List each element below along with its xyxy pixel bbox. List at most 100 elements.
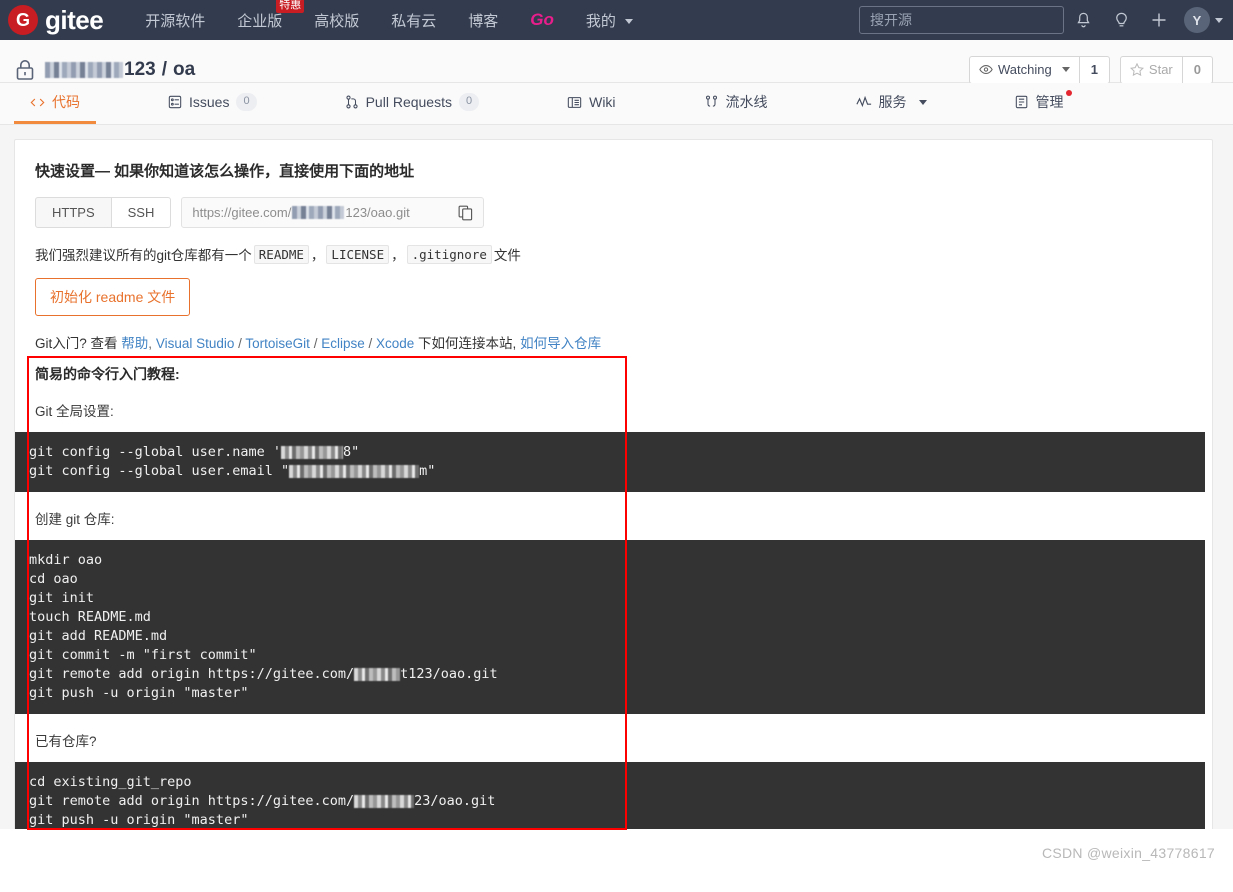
notification-dot: [1065, 90, 1072, 96]
git-help-links: Git入门? 查看 帮助, Visual Studio / TortoiseGi…: [35, 336, 602, 351]
star-button[interactable]: Star: [1119, 56, 1183, 84]
star-count[interactable]: 0: [1182, 56, 1213, 84]
help-link[interactable]: 帮助: [121, 336, 148, 351]
create-line-cd: cd oao: [29, 571, 78, 587]
protocol-https-button[interactable]: HTTPS: [35, 197, 112, 228]
tab-spacer: [495, 83, 551, 124]
nav-link-opensource[interactable]: 开源软件: [129, 10, 221, 31]
xcode-link[interactable]: Xcode: [376, 336, 414, 351]
create-line-init: git init: [29, 590, 95, 606]
eclipse-link[interactable]: Eclipse: [321, 336, 365, 351]
page-footer: CSDN @weixin_43778617: [0, 829, 1233, 871]
nav-link-university[interactable]: 高校版: [298, 10, 375, 31]
tutorial-section-global: Git 全局设置:: [35, 404, 114, 419]
user-avatar-menu[interactable]: Y: [1184, 7, 1223, 33]
tab-issues[interactable]: Issues 0: [152, 83, 273, 124]
connect-text: 下如何连接本站,: [418, 336, 517, 351]
nav-link-privatecloud[interactable]: 私有云: [375, 10, 452, 31]
tortoisegit-link[interactable]: TortoiseGit: [245, 336, 310, 351]
create-line-add: git add README.md: [29, 628, 168, 644]
recommend-files-hint: 我们强烈建议所有的git仓库都有一个 README ， LICENSE ， .g…: [35, 244, 1192, 264]
page-body: 快速设置— 如果你知道该怎么操作，直接使用下面的地址 HTTPS SSH htt…: [0, 125, 1233, 841]
plus-icon[interactable]: [1140, 4, 1178, 36]
repository-tabs: 代码 Issues 0 Pull Requests 0 Wiki 流水线 服务 …: [0, 83, 1233, 125]
recommend-suffix: 文件: [493, 248, 521, 263]
chevron-down-icon: [918, 99, 927, 105]
star-icon: [1129, 63, 1144, 77]
chip-license: LICENSE: [326, 244, 390, 264]
page-title[interactable]: 123 / oa: [44, 59, 195, 81]
create-line-touch: touch README.md: [29, 609, 151, 625]
tab-label: Wiki: [589, 94, 616, 110]
lightbulb-icon[interactable]: [1102, 4, 1140, 36]
tab-pull-requests[interactable]: Pull Requests 0: [329, 83, 496, 124]
create-line-commit: git commit -m "first commit": [29, 647, 257, 663]
existing-line-cd: cd existing_git_repo: [29, 774, 192, 790]
top-navigation-bar: G gitee 开源软件 企业版 特惠 高校版 私有云 博客 Go 我的 搜开源…: [0, 0, 1233, 40]
repo-owner-suffix: 123: [124, 59, 156, 80]
tab-spacer: [784, 83, 840, 124]
tab-label: Issues: [189, 94, 230, 110]
gitee-logo-text: gitee: [45, 5, 104, 35]
bell-icon[interactable]: [1064, 4, 1102, 36]
copy-icon[interactable]: [458, 205, 473, 221]
code-icon: [30, 98, 45, 106]
tutorial-title: 简易的命令行入门教程:: [35, 366, 180, 382]
global-config-line2-prefix: git config --global user.email ": [29, 463, 290, 479]
tab-code[interactable]: 代码: [14, 83, 96, 124]
nav-link-enterprise[interactable]: 企业版 特惠: [221, 0, 305, 31]
nav-link-go[interactable]: Go: [514, 10, 570, 30]
tab-pipeline[interactable]: 流水线: [688, 83, 784, 124]
separator-comma: ，: [391, 248, 405, 263]
global-config-line2-suffix: m": [419, 463, 436, 479]
tab-manage[interactable]: 管理: [999, 83, 1080, 124]
repository-header: 123 / oa Watching 1 Star 0: [0, 40, 1233, 84]
chevron-down-icon: [1215, 17, 1223, 23]
init-readme-button[interactable]: 初始化 readme 文件: [35, 278, 191, 316]
nav-link-blog[interactable]: 博客: [452, 10, 514, 31]
global-config-line1-prefix: git config --global user.name ': [29, 444, 281, 460]
redacted-owner-name: [354, 794, 415, 808]
protocol-ssh-button[interactable]: SSH: [111, 197, 172, 228]
redacted-email: [289, 464, 420, 478]
gitee-logo[interactable]: G gitee: [8, 5, 104, 35]
wiki-icon: [567, 96, 582, 108]
star-label: Star: [1148, 62, 1173, 77]
code-block-global-config[interactable]: git config --global user.name ' 8" git co…: [15, 432, 1205, 492]
quick-setup-title: 快速设置— 如果你知道该怎么操作，直接使用下面的地址: [35, 163, 415, 180]
global-config-line1-suffix: 8": [342, 444, 360, 460]
create-remote-suffix: t123/oao.git: [400, 666, 498, 682]
watch-button[interactable]: Watching: [968, 56, 1080, 84]
nav-right-group: Y: [859, 4, 1223, 36]
tab-label: 流水线: [725, 94, 768, 110]
tab-label: 代码: [52, 94, 80, 110]
clone-url-input[interactable]: https://gitee.com/ 123/oao.git: [181, 197, 485, 228]
watch-count[interactable]: 1: [1079, 56, 1110, 84]
chip-readme: README: [253, 244, 309, 264]
redacted-owner-name: [45, 62, 123, 78]
visual-studio-link[interactable]: Visual Studio: [156, 336, 235, 351]
nav-link-label: 我的: [585, 12, 616, 30]
create-remote-prefix: git remote add origin https://gitee.com/: [29, 666, 355, 682]
existing-line-push: git push -u origin "master": [29, 812, 249, 828]
csdn-watermark: CSDN @weixin_43778617: [1041, 845, 1215, 861]
tab-wiki[interactable]: Wiki: [551, 83, 631, 124]
tab-services[interactable]: 服务: [840, 83, 943, 124]
tab-spacer: [273, 83, 329, 124]
nav-link-label: 私有云: [391, 12, 437, 30]
avatar: Y: [1184, 7, 1210, 33]
code-block-create-repo[interactable]: mkdir oao cd oao git init touch README.m…: [15, 540, 1205, 714]
cli-tutorial-section: 简易的命令行入门教程: Git 全局设置: git config --globa…: [15, 356, 1205, 841]
import-repo-link[interactable]: 如何导入仓库: [520, 336, 601, 351]
redacted-owner-name: [354, 667, 401, 681]
clone-url-row: HTTPS SSH https://gitee.com/ 123/oao.git: [35, 197, 1192, 228]
nav-link-label: 高校版: [314, 12, 360, 30]
tab-spacer: [96, 83, 152, 124]
repo-actions: Watching 1 Star 0: [968, 56, 1213, 84]
view-text: 查看: [90, 336, 118, 351]
lock-icon: [14, 58, 36, 82]
nav-link-mine[interactable]: 我的: [570, 10, 649, 31]
search-input[interactable]: [859, 6, 1064, 34]
clone-url-text: https://gitee.com/ 123/oao.git: [192, 205, 458, 220]
clone-url-suffix: 123/oao.git: [345, 205, 410, 220]
